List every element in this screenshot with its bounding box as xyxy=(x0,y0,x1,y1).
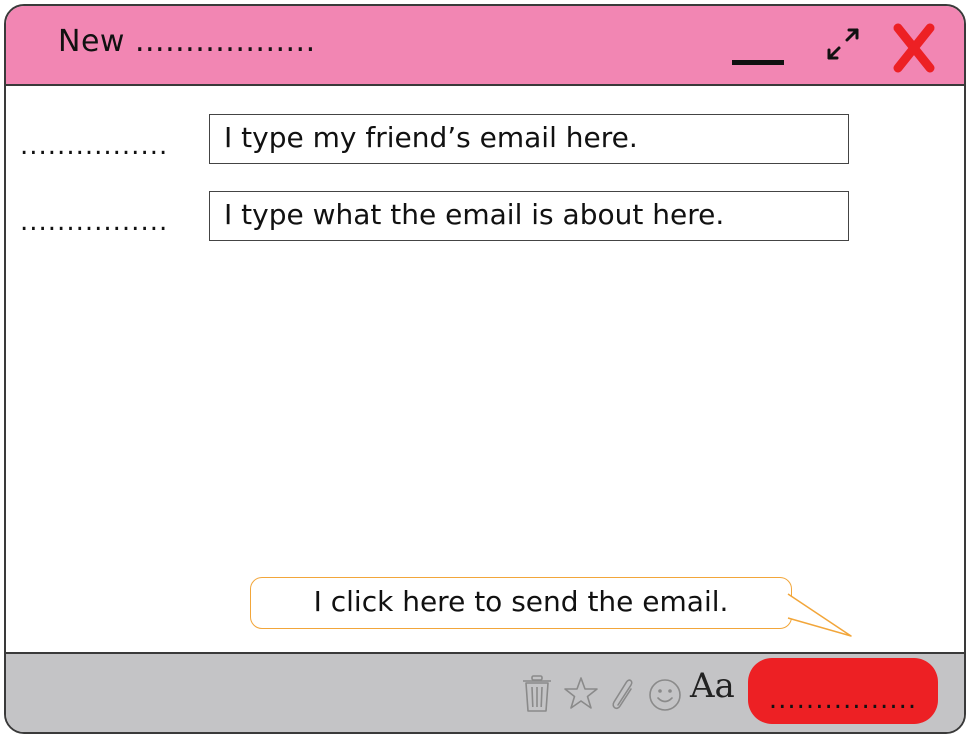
expand-icon xyxy=(827,28,859,60)
to-label: ................ xyxy=(20,131,169,161)
to-field[interactable]: I type my friend’s email here. xyxy=(209,114,849,164)
compose-toolbar: Aa ................ xyxy=(6,652,964,732)
callout-pointer xyxy=(787,593,852,637)
paperclip-icon xyxy=(612,679,633,710)
maximize-button[interactable] xyxy=(814,6,870,86)
close-icon xyxy=(893,23,935,73)
send-button[interactable]: ................ xyxy=(748,658,938,724)
emoji-button[interactable] xyxy=(646,674,684,714)
close-button[interactable] xyxy=(884,6,944,86)
subject-field[interactable]: I type what the email is about here. xyxy=(209,191,849,241)
smiley-icon xyxy=(649,679,681,711)
delete-button[interactable] xyxy=(520,674,554,714)
window-title: New .................. xyxy=(58,24,316,59)
formatting-button[interactable]: Aa xyxy=(690,666,735,706)
subject-label: ................ xyxy=(20,207,169,237)
attach-button[interactable] xyxy=(609,674,639,714)
star-button[interactable] xyxy=(563,674,599,714)
email-compose-window: New .................. ................ … xyxy=(4,4,966,734)
trash-icon xyxy=(523,675,551,712)
minimize-icon xyxy=(732,60,784,65)
send-hint-callout: I click here to send the email. xyxy=(250,577,792,629)
minimize-button[interactable] xyxy=(726,6,796,86)
star-icon xyxy=(564,677,598,709)
title-bar: New .................. xyxy=(6,6,964,86)
